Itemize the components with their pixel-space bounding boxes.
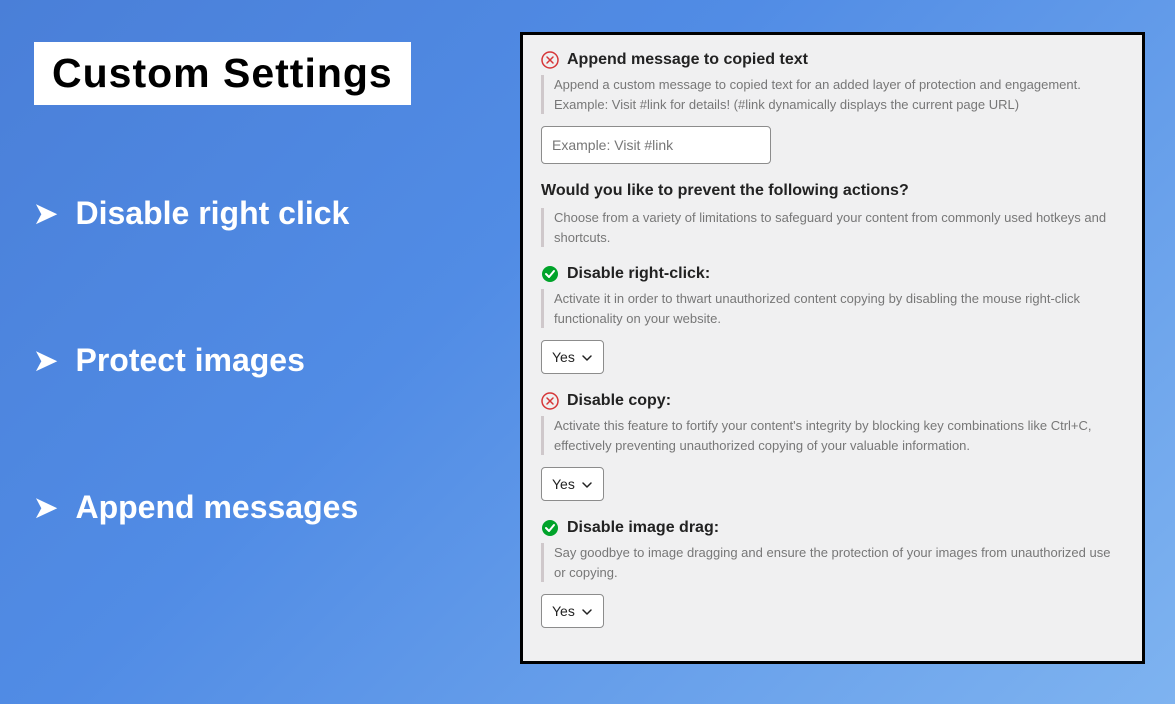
right-click-select[interactable]: Yes	[541, 340, 604, 374]
feature-item: ➤ Protect images	[34, 342, 411, 379]
disable-copy-select[interactable]: Yes	[541, 467, 604, 501]
left-panel: Custom Settings ➤ Disable right click ➤ …	[34, 42, 411, 636]
chevron-down-icon	[581, 605, 593, 617]
arrow-icon: ➤	[34, 491, 57, 524]
select-value: Yes	[552, 349, 575, 365]
page-title-box: Custom Settings	[34, 42, 411, 105]
page-title: Custom Settings	[52, 50, 393, 97]
error-icon	[541, 392, 559, 410]
select-value: Yes	[552, 603, 575, 619]
feature-item: ➤ Disable right click	[34, 195, 411, 232]
setting-title: Disable image drag:	[567, 519, 719, 537]
arrow-icon: ➤	[34, 344, 57, 377]
image-drag-section: Disable image drag: Say goodbye to image…	[541, 519, 1124, 628]
success-icon	[541, 519, 559, 537]
settings-panel: Append message to copied text Append a c…	[520, 32, 1145, 664]
feature-item: ➤ Append messages	[34, 489, 411, 526]
arrow-icon: ➤	[34, 197, 57, 230]
append-message-input[interactable]	[541, 126, 771, 164]
right-click-section: Disable right-click: Activate it in orde…	[541, 265, 1124, 374]
features-list: ➤ Disable right click ➤ Protect images ➤…	[34, 195, 411, 526]
chevron-down-icon	[581, 478, 593, 490]
setting-title: Append message to copied text	[567, 51, 808, 69]
setting-description: Activate this feature to fortify your co…	[541, 416, 1124, 455]
setting-header: Disable image drag:	[541, 519, 1124, 537]
feature-label: Append messages	[75, 489, 358, 526]
setting-header: Disable right-click:	[541, 265, 1124, 283]
setting-description: Say goodbye to image dragging and ensure…	[541, 543, 1124, 582]
setting-title: Disable right-click:	[567, 265, 710, 283]
image-drag-select[interactable]: Yes	[541, 594, 604, 628]
success-icon	[541, 265, 559, 283]
setting-description: Choose from a variety of limitations to …	[541, 208, 1124, 247]
select-value: Yes	[552, 476, 575, 492]
feature-label: Disable right click	[75, 195, 349, 232]
prevent-actions-section: Would you like to prevent the following …	[541, 182, 1124, 247]
chevron-down-icon	[581, 351, 593, 363]
setting-header: Disable copy:	[541, 392, 1124, 410]
setting-description: Activate it in order to thwart unauthori…	[541, 289, 1124, 328]
error-icon	[541, 51, 559, 69]
setting-title: Disable copy:	[567, 392, 671, 410]
feature-label: Protect images	[75, 342, 304, 379]
disable-copy-section: Disable copy: Activate this feature to f…	[541, 392, 1124, 501]
setting-header: Append message to copied text	[541, 51, 1124, 69]
setting-description: Append a custom message to copied text f…	[541, 75, 1124, 114]
question-title: Would you like to prevent the following …	[541, 182, 1124, 200]
append-message-section: Append message to copied text Append a c…	[541, 51, 1124, 164]
